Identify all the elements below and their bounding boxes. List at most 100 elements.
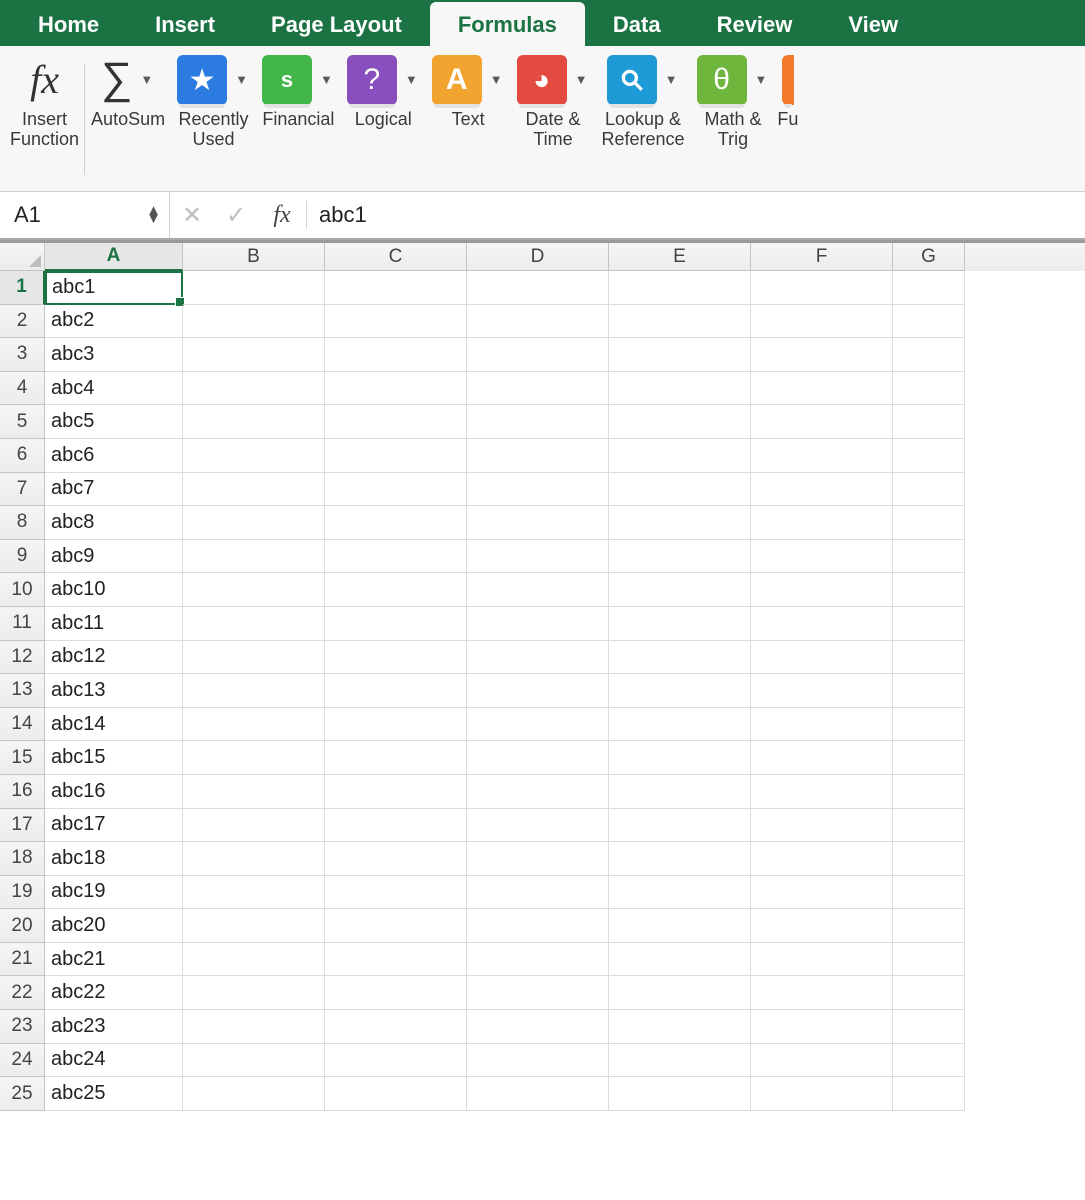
row-header-5[interactable]: 5 (0, 405, 45, 439)
column-header-E[interactable]: E (609, 243, 751, 271)
cell-G7[interactable] (893, 473, 965, 507)
cell-C13[interactable] (325, 674, 467, 708)
cell-C18[interactable] (325, 842, 467, 876)
cell-A16[interactable]: abc16 (45, 775, 183, 809)
cell-F20[interactable] (751, 909, 893, 943)
cell-B1[interactable] (183, 271, 325, 305)
cell-D9[interactable] (467, 540, 609, 574)
cell-F23[interactable] (751, 1010, 893, 1044)
tab-review[interactable]: Review (689, 2, 821, 46)
row-header-24[interactable]: 24 (0, 1044, 45, 1078)
cell-C3[interactable] (325, 338, 467, 372)
row-header-6[interactable]: 6 (0, 439, 45, 473)
column-header-D[interactable]: D (467, 243, 609, 271)
cell-A9[interactable]: abc9 (45, 540, 183, 574)
cell-F19[interactable] (751, 876, 893, 910)
cell-G17[interactable] (893, 809, 965, 843)
cell-F7[interactable] (751, 473, 893, 507)
cell-E2[interactable] (609, 305, 751, 339)
cell-E14[interactable] (609, 708, 751, 742)
cell-D11[interactable] (467, 607, 609, 641)
cell-C5[interactable] (325, 405, 467, 439)
tab-page-layout[interactable]: Page Layout (243, 2, 430, 46)
cell-F24[interactable] (751, 1044, 893, 1078)
select-all-corner[interactable] (0, 243, 45, 271)
cell-E18[interactable] (609, 842, 751, 876)
cell-A10[interactable]: abc10 (45, 573, 183, 607)
cell-E13[interactable] (609, 674, 751, 708)
column-header-C[interactable]: C (325, 243, 467, 271)
row-header-25[interactable]: 25 (0, 1077, 45, 1111)
cell-C15[interactable] (325, 741, 467, 775)
cell-F17[interactable] (751, 809, 893, 843)
cell-D16[interactable] (467, 775, 609, 809)
cell-E1[interactable] (609, 271, 751, 305)
cell-D17[interactable] (467, 809, 609, 843)
tab-data[interactable]: Data (585, 2, 689, 46)
cell-C4[interactable] (325, 372, 467, 406)
cell-E9[interactable] (609, 540, 751, 574)
row-header-21[interactable]: 21 (0, 943, 45, 977)
cell-B25[interactable] (183, 1077, 325, 1111)
cell-G11[interactable] (893, 607, 965, 641)
cell-D23[interactable] (467, 1010, 609, 1044)
cell-A19[interactable]: abc19 (45, 876, 183, 910)
financial-button[interactable]: s ▼ Financial (256, 52, 341, 187)
cell-F3[interactable] (751, 338, 893, 372)
cell-B11[interactable] (183, 607, 325, 641)
chevron-down-icon[interactable]: ▼ (318, 68, 335, 91)
fx-prefix-icon[interactable]: fx (258, 202, 306, 229)
row-header-22[interactable]: 22 (0, 976, 45, 1010)
lookup-reference-button[interactable]: ▼ Lookup & Reference (595, 52, 690, 187)
row-header-13[interactable]: 13 (0, 674, 45, 708)
cell-C19[interactable] (325, 876, 467, 910)
cell-F16[interactable] (751, 775, 893, 809)
date-time-button[interactable]: ◕ ▼ Date & Time (511, 52, 596, 187)
cell-D19[interactable] (467, 876, 609, 910)
cell-C17[interactable] (325, 809, 467, 843)
row-header-17[interactable]: 17 (0, 809, 45, 843)
cell-C25[interactable] (325, 1077, 467, 1111)
cell-G25[interactable] (893, 1077, 965, 1111)
cell-F15[interactable] (751, 741, 893, 775)
tab-view[interactable]: View (820, 2, 926, 46)
cell-F21[interactable] (751, 943, 893, 977)
tab-formulas[interactable]: Formulas (430, 2, 585, 46)
cell-F10[interactable] (751, 573, 893, 607)
cell-F13[interactable] (751, 674, 893, 708)
column-header-F[interactable]: F (751, 243, 893, 271)
cell-E5[interactable] (609, 405, 751, 439)
row-header-18[interactable]: 18 (0, 842, 45, 876)
chevron-down-icon[interactable]: ▼ (753, 68, 770, 91)
cell-A8[interactable]: abc8 (45, 506, 183, 540)
logical-button[interactable]: ? ▼ Logical (341, 52, 426, 187)
column-header-A[interactable]: A (45, 243, 183, 271)
cell-B23[interactable] (183, 1010, 325, 1044)
cell-E20[interactable] (609, 909, 751, 943)
formula-input[interactable] (307, 202, 1085, 228)
row-header-12[interactable]: 12 (0, 641, 45, 675)
row-header-14[interactable]: 14 (0, 708, 45, 742)
cell-A7[interactable]: abc7 (45, 473, 183, 507)
column-header-B[interactable]: B (183, 243, 325, 271)
cell-G22[interactable] (893, 976, 965, 1010)
cell-D10[interactable] (467, 573, 609, 607)
cell-A21[interactable]: abc21 (45, 943, 183, 977)
cell-G24[interactable] (893, 1044, 965, 1078)
cell-B14[interactable] (183, 708, 325, 742)
cell-B4[interactable] (183, 372, 325, 406)
cell-C16[interactable] (325, 775, 467, 809)
cell-B13[interactable] (183, 674, 325, 708)
cell-A23[interactable]: abc23 (45, 1010, 183, 1044)
cell-G21[interactable] (893, 943, 965, 977)
row-header-20[interactable]: 20 (0, 909, 45, 943)
cell-C10[interactable] (325, 573, 467, 607)
cell-D3[interactable] (467, 338, 609, 372)
cell-B17[interactable] (183, 809, 325, 843)
cell-C23[interactable] (325, 1010, 467, 1044)
cell-F14[interactable] (751, 708, 893, 742)
cell-C11[interactable] (325, 607, 467, 641)
math-trig-button[interactable]: θ ▼ Math & Trig (691, 52, 776, 187)
cell-B19[interactable] (183, 876, 325, 910)
cell-A25[interactable]: abc25 (45, 1077, 183, 1111)
